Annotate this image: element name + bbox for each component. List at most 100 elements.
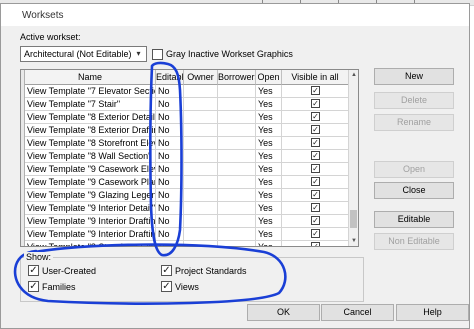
- scrollbar-thumb[interactable]: [350, 210, 357, 228]
- visible-in-all-checkbox[interactable]: ✓: [311, 138, 320, 147]
- table-cell-borrowers[interactable]: [218, 241, 256, 246]
- visible-in-all-checkbox[interactable]: ✓: [311, 125, 320, 134]
- dialog-titlebar[interactable]: Worksets: [1, 4, 469, 26]
- open-button[interactable]: Open: [374, 161, 454, 178]
- table-cell-open[interactable]: Yes: [256, 85, 282, 98]
- column-header-owner[interactable]: Owner: [184, 70, 218, 85]
- table-cell-owner[interactable]: [184, 189, 218, 202]
- table-cell-editable[interactable]: No: [156, 85, 184, 98]
- table-cell-name[interactable]: View Template "7 Elevator Section": [25, 85, 156, 98]
- editable-button[interactable]: Editable: [374, 211, 454, 228]
- visible-in-all-checkbox[interactable]: ✓: [311, 177, 320, 186]
- table-cell-open[interactable]: Yes: [256, 163, 282, 176]
- table-cell-owner[interactable]: [184, 124, 218, 137]
- table-cell-owner[interactable]: [184, 111, 218, 124]
- visible-in-all-checkbox[interactable]: ✓: [311, 216, 320, 225]
- project-standards-checkbox[interactable]: ✓: [161, 265, 172, 276]
- table-cell-open[interactable]: Yes: [256, 111, 282, 124]
- column-header-open[interactable]: Open: [256, 70, 282, 85]
- table-cell-editable[interactable]: No: [156, 137, 184, 150]
- table-cell-editable[interactable]: No: [156, 189, 184, 202]
- table-cell-borrowers[interactable]: [218, 137, 256, 150]
- table-cell-editable[interactable]: No: [156, 124, 184, 137]
- table-cell-owner[interactable]: [184, 241, 218, 246]
- table-cell-open[interactable]: Yes: [256, 150, 282, 163]
- close-button[interactable]: Close: [374, 182, 454, 199]
- table-cell-name[interactable]: View Template "9 Interior Detail": [25, 202, 156, 215]
- table-cell-name[interactable]: View Template "8 Storefront Elevation": [25, 137, 156, 150]
- table-cell-editable[interactable]: No: [156, 215, 184, 228]
- table-cell-name[interactable]: View Template "8 Exterior Drafting": [25, 124, 156, 137]
- table-cell-open[interactable]: Yes: [256, 215, 282, 228]
- table-cell-owner[interactable]: [184, 163, 218, 176]
- table-cell-editable[interactable]: No: [156, 228, 184, 241]
- table-cell-owner[interactable]: [184, 98, 218, 111]
- table-cell-owner[interactable]: [184, 202, 218, 215]
- table-cell-editable[interactable]: No: [156, 176, 184, 189]
- table-cell-owner[interactable]: [184, 85, 218, 98]
- table-cell-borrowers[interactable]: [218, 150, 256, 163]
- table-cell-borrowers[interactable]: [218, 163, 256, 176]
- column-header-editable[interactable]: Editable: [156, 70, 184, 85]
- visible-in-all-checkbox[interactable]: ✓: [311, 99, 320, 108]
- rename-button[interactable]: Rename: [374, 114, 454, 131]
- table-cell-borrowers[interactable]: [218, 176, 256, 189]
- gray-inactive-checkbox[interactable]: [152, 49, 163, 60]
- table-cell-open[interactable]: Yes: [256, 228, 282, 241]
- new-button[interactable]: New: [374, 68, 454, 85]
- table-cell-name[interactable]: View Template "9 Casework Elevation": [25, 163, 156, 176]
- active-workset-dropdown[interactable]: Architectural (Not Editable) ▾: [20, 46, 147, 62]
- table-cell-name[interactable]: View Template "8 Storefront Elevation": [25, 241, 156, 246]
- help-button[interactable]: Help: [396, 304, 469, 321]
- table-cell-borrowers[interactable]: [218, 202, 256, 215]
- table-cell-owner[interactable]: [184, 150, 218, 163]
- table-cell-borrowers[interactable]: [218, 124, 256, 137]
- delete-button[interactable]: Delete: [374, 92, 454, 109]
- table-cell-open[interactable]: Yes: [256, 202, 282, 215]
- table-cell-editable[interactable]: No: [156, 241, 184, 246]
- cancel-button[interactable]: Cancel: [321, 304, 394, 321]
- table-cell-editable[interactable]: No: [156, 163, 184, 176]
- table-cell-open[interactable]: Yes: [256, 137, 282, 150]
- table-cell-name[interactable]: View Template "9 Interior Drafting": [25, 215, 156, 228]
- table-cell-editable[interactable]: No: [156, 98, 184, 111]
- table-cell-name[interactable]: View Template "8 Exterior Detail": [25, 111, 156, 124]
- table-cell-owner[interactable]: [184, 228, 218, 241]
- table-vertical-scrollbar[interactable]: ▲ ▼: [348, 70, 358, 246]
- table-cell-open[interactable]: Yes: [256, 124, 282, 137]
- table-cell-name[interactable]: View Template "7 Stair": [25, 98, 156, 111]
- table-cell-borrowers[interactable]: [218, 85, 256, 98]
- user-created-checkbox[interactable]: ✓: [28, 265, 39, 276]
- table-cell-owner[interactable]: [184, 137, 218, 150]
- scroll-up-arrow-icon[interactable]: ▲: [349, 70, 358, 80]
- table-cell-name[interactable]: View Template "9 Glazing Legend": [25, 189, 156, 202]
- visible-in-all-checkbox[interactable]: ✓: [311, 242, 320, 246]
- views-checkbox[interactable]: ✓: [161, 281, 172, 292]
- column-header-visible-in-all[interactable]: Visible in all: [282, 70, 349, 85]
- table-cell-borrowers[interactable]: [218, 111, 256, 124]
- visible-in-all-checkbox[interactable]: ✓: [311, 112, 320, 121]
- visible-in-all-checkbox[interactable]: ✓: [311, 164, 320, 173]
- table-cell-borrowers[interactable]: [218, 189, 256, 202]
- table-cell-open[interactable]: Yes: [256, 176, 282, 189]
- column-header-borrowers[interactable]: Borrowers: [218, 70, 256, 85]
- scroll-down-arrow-icon[interactable]: ▼: [349, 236, 358, 246]
- table-cell-editable[interactable]: No: [156, 150, 184, 163]
- visible-in-all-checkbox[interactable]: ✓: [311, 86, 320, 95]
- visible-in-all-checkbox[interactable]: ✓: [311, 229, 320, 238]
- table-cell-borrowers[interactable]: [218, 228, 256, 241]
- table-cell-name[interactable]: View Template "9 Interior Drafting": [25, 228, 156, 241]
- table-cell-open[interactable]: Yes: [256, 189, 282, 202]
- table-cell-borrowers[interactable]: [218, 215, 256, 228]
- non-editable-button[interactable]: Non Editable: [374, 233, 454, 250]
- table-cell-borrowers[interactable]: [218, 98, 256, 111]
- table-cell-editable[interactable]: No: [156, 202, 184, 215]
- visible-in-all-checkbox[interactable]: ✓: [311, 203, 320, 212]
- table-cell-owner[interactable]: [184, 215, 218, 228]
- table-cell-open[interactable]: Yes: [256, 98, 282, 111]
- table-cell-name[interactable]: View Template "8 Wall Section": [25, 150, 156, 163]
- families-checkbox[interactable]: ✓: [28, 281, 39, 292]
- visible-in-all-checkbox[interactable]: ✓: [311, 151, 320, 160]
- table-cell-owner[interactable]: [184, 176, 218, 189]
- visible-in-all-checkbox[interactable]: ✓: [311, 190, 320, 199]
